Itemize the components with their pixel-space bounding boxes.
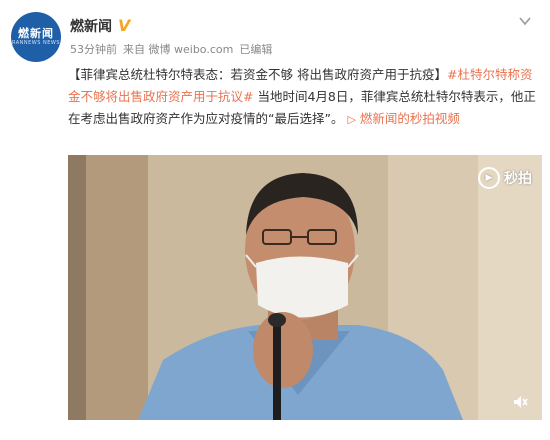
play-watermark-icon: ▶ — [478, 167, 500, 189]
post-headline: 【菲律宾总统杜特尔特表态：若资金不够 将出售政府资产用于抗疫】 — [68, 67, 447, 82]
edited-label[interactable]: 已编辑 — [239, 41, 272, 57]
username-row: 燃新闻 V — [70, 16, 130, 36]
post-text: 【菲律宾总统杜特尔特表态：若资金不够 将出售政府资产用于抗疫】#杜特尔特称资金不… — [68, 64, 538, 131]
chevron-down-icon[interactable] — [518, 14, 532, 28]
video-link[interactable]: 燃新闻的秒拍视频 — [360, 111, 460, 126]
video-player[interactable]: ▶ 秒拍 — [68, 155, 542, 420]
weibo-post-card: 燃新闻 RANNEWS NEWS 燃新闻 V 53分钟前 来自 微博 weibo… — [0, 0, 550, 440]
post-meta: 53分钟前 来自 微博 weibo.com 已编辑 — [70, 41, 272, 57]
username[interactable]: 燃新闻 — [70, 16, 112, 36]
watermark-text: 秒拍 — [504, 171, 532, 187]
video-watermark: ▶ 秒拍 — [478, 167, 532, 189]
video-frame — [68, 155, 542, 420]
mute-icon[interactable] — [512, 394, 528, 410]
avatar[interactable]: 燃新闻 RANNEWS NEWS — [11, 12, 61, 62]
avatar-logo-text: 燃新闻 — [18, 26, 54, 40]
avatar-logo-sub: RANNEWS NEWS — [11, 39, 61, 46]
verified-badge-icon: V — [118, 16, 131, 35]
post-source[interactable]: 来自 微博 weibo.com — [123, 41, 233, 57]
post-time[interactable]: 53分钟前 — [70, 41, 117, 57]
video-link-icon: ▷ — [347, 113, 356, 126]
